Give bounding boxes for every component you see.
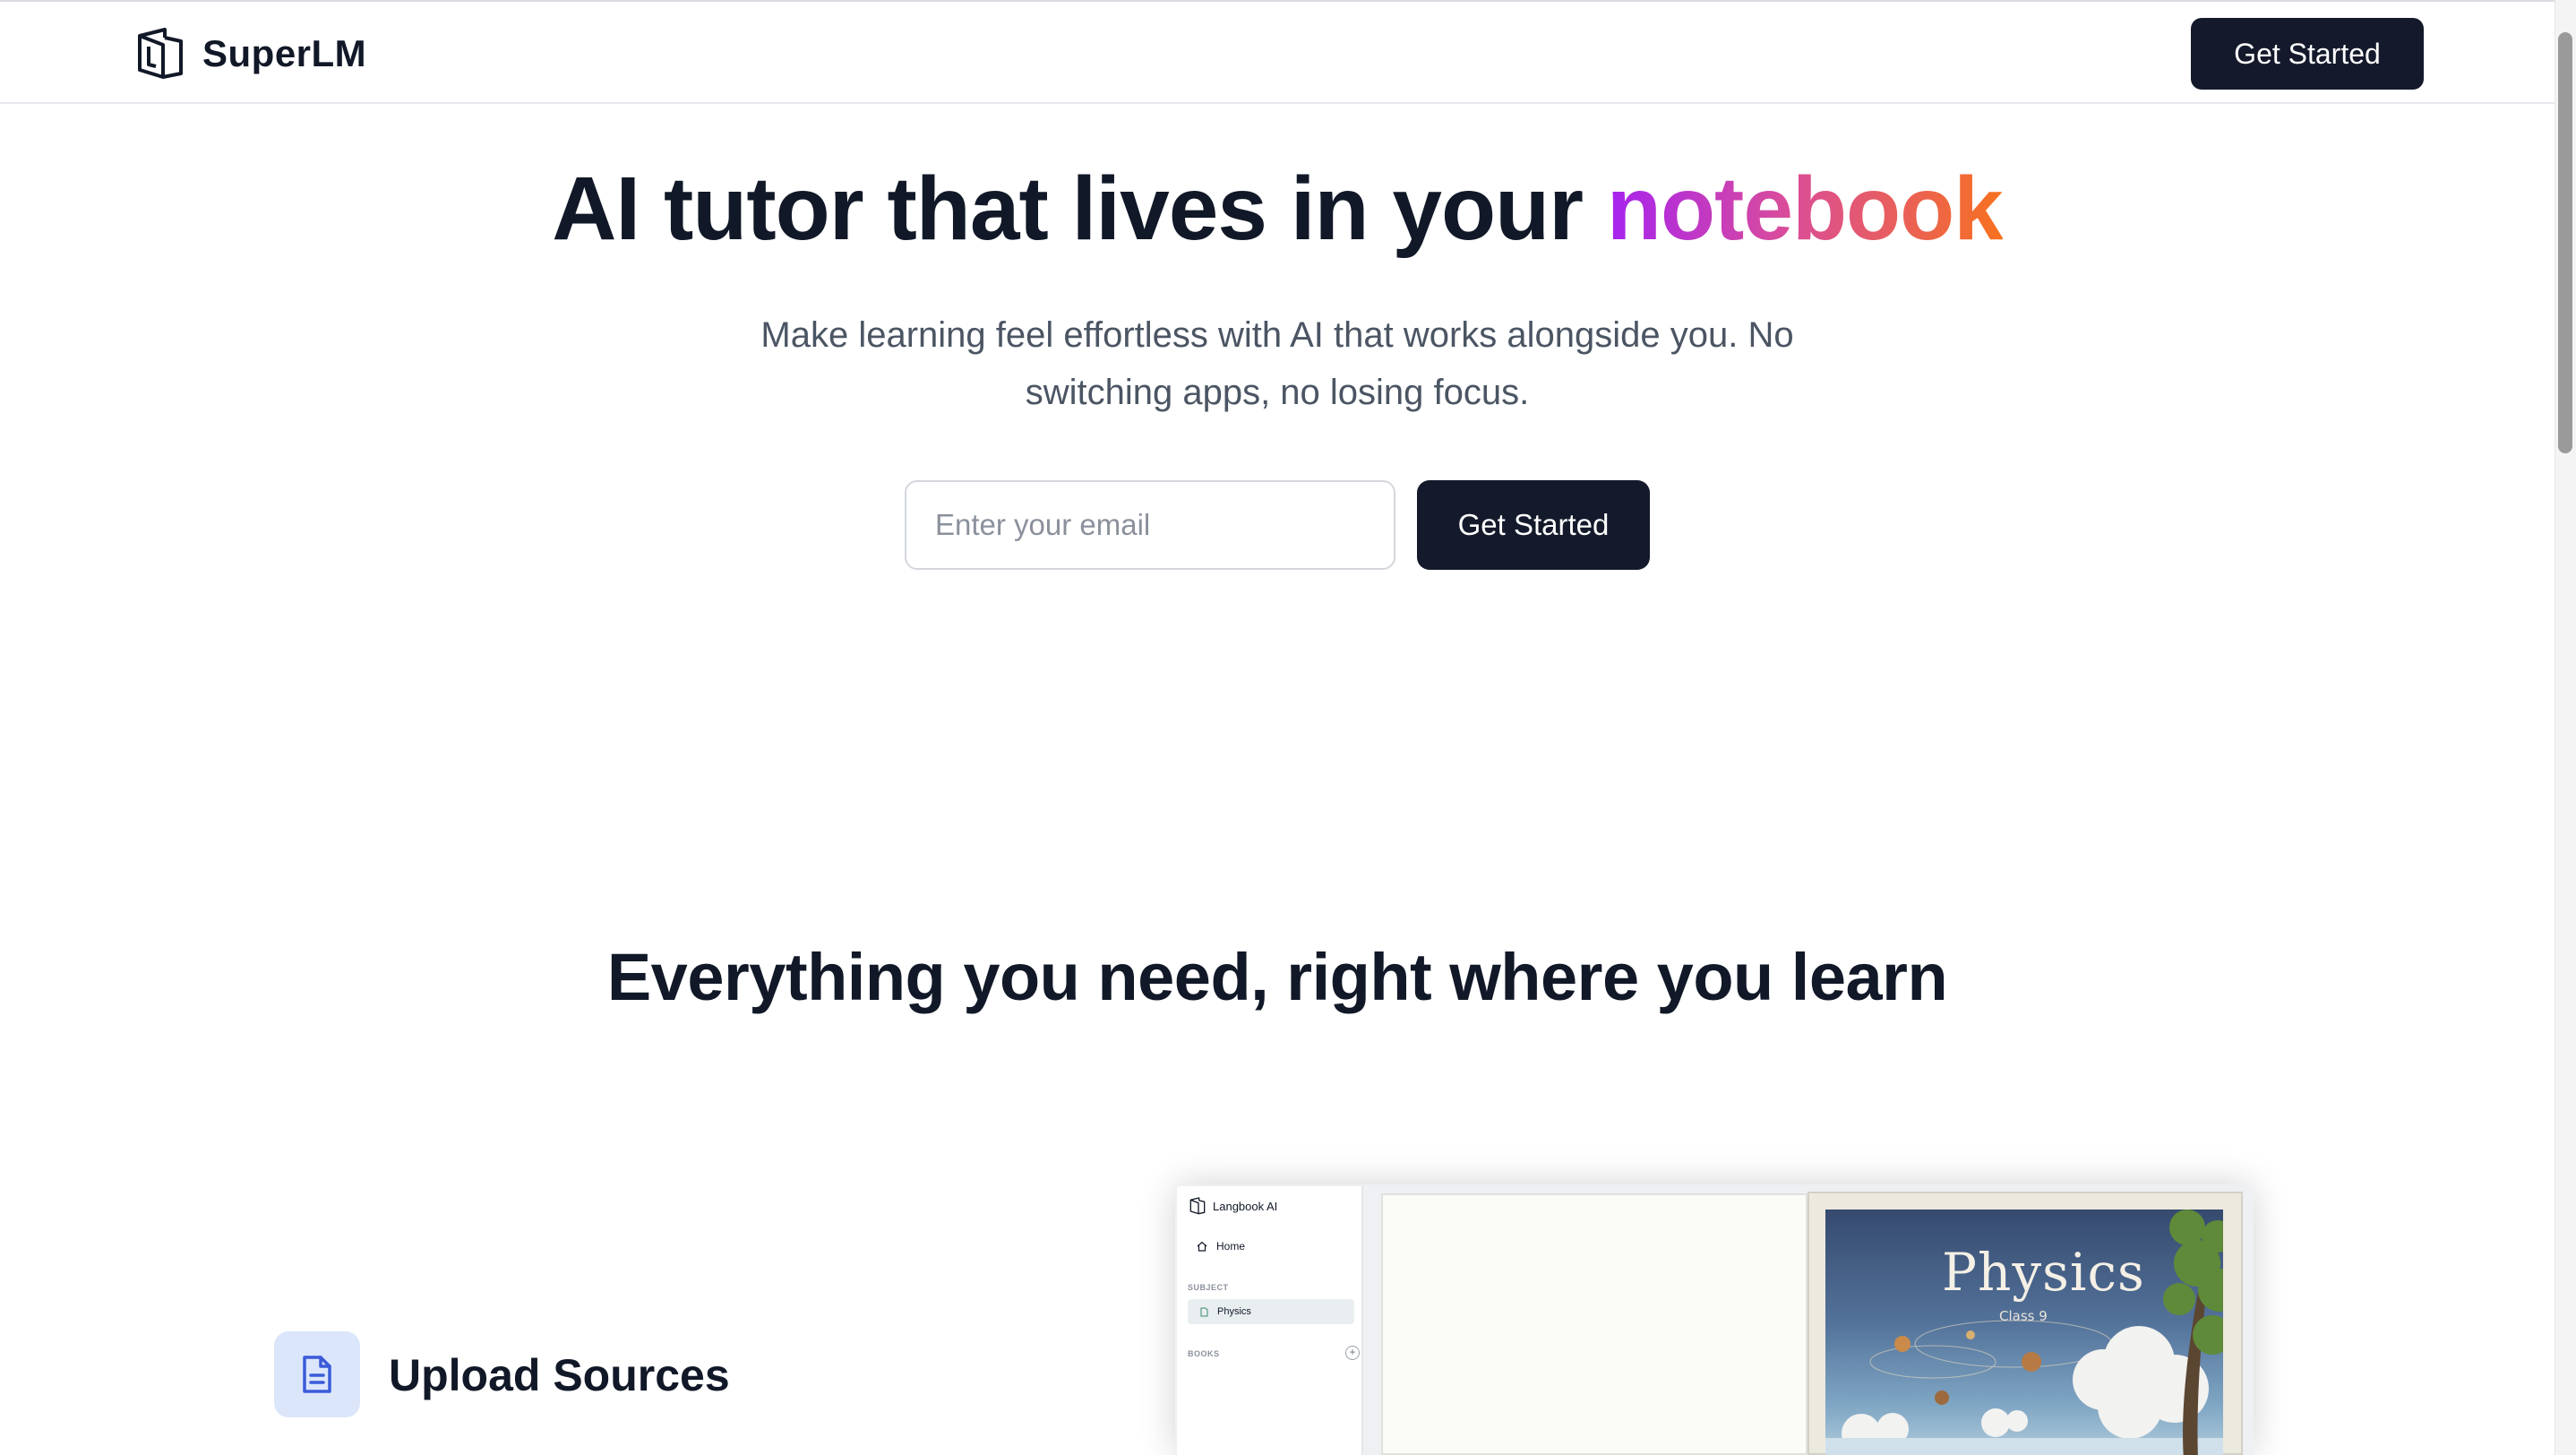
- preview-home-label: Home: [1216, 1240, 1246, 1253]
- preview-logo-icon: [1189, 1197, 1206, 1215]
- preview-brand: Langbook AI: [1189, 1197, 1277, 1215]
- scrollbar-thumb[interactable]: [2558, 32, 2572, 453]
- brand-name: SuperLM: [202, 32, 367, 74]
- book-cover-subtitle: Class 9: [1999, 1308, 2048, 1324]
- preview-subject-label: Physics: [1217, 1306, 1251, 1317]
- preview-subject-section: SUBJECT: [1188, 1283, 1229, 1292]
- file-icon: [1200, 1307, 1208, 1316]
- hero-subtitle: Make learning feel effortless with AI th…: [760, 315, 1794, 412]
- preview-subject-item: Physics: [1188, 1299, 1354, 1324]
- hero-title-text: AI tutor that lives in your: [552, 159, 1607, 259]
- preview-book-frame: Physics Class 9: [1807, 1192, 2243, 1455]
- home-icon: [1197, 1241, 1207, 1252]
- preview-book-cover: Physics Class 9: [1825, 1210, 2223, 1455]
- navbar: SuperLM Get Started: [0, 2, 2555, 104]
- preview-app-name: Langbook AI: [1213, 1199, 1278, 1213]
- logo-icon: [138, 28, 183, 79]
- preview-home-link: Home: [1197, 1240, 1245, 1253]
- document-icon: [303, 1356, 331, 1393]
- feature-label-upload-sources: Upload Sources: [389, 1350, 730, 1400]
- nav-get-started-button[interactable]: Get Started: [2191, 18, 2424, 90]
- hero-title-highlight: notebook: [1606, 159, 2004, 259]
- preview-add-book-icon: +: [1345, 1346, 1360, 1360]
- preview-sidebar: Langbook AI Home SUBJECT Physics BOOKS +: [1177, 1186, 1363, 1455]
- book-cover-title: Physics: [1942, 1242, 2145, 1303]
- feature-icon-box: [274, 1331, 360, 1417]
- hero-title: AI tutor that lives in your notebook: [0, 158, 2555, 261]
- features-title: Everything you need, right where you lea…: [606, 940, 1948, 1014]
- email-input[interactable]: [905, 480, 1395, 570]
- hero-get-started-button[interactable]: Get Started: [1417, 480, 1650, 570]
- preview-books-section: BOOKS: [1188, 1349, 1220, 1358]
- brand[interactable]: SuperLM: [136, 27, 366, 81]
- app-preview: Langbook AI Home SUBJECT Physics BOOKS +: [1175, 1184, 2254, 1455]
- preview-notebook-page: [1381, 1193, 1807, 1455]
